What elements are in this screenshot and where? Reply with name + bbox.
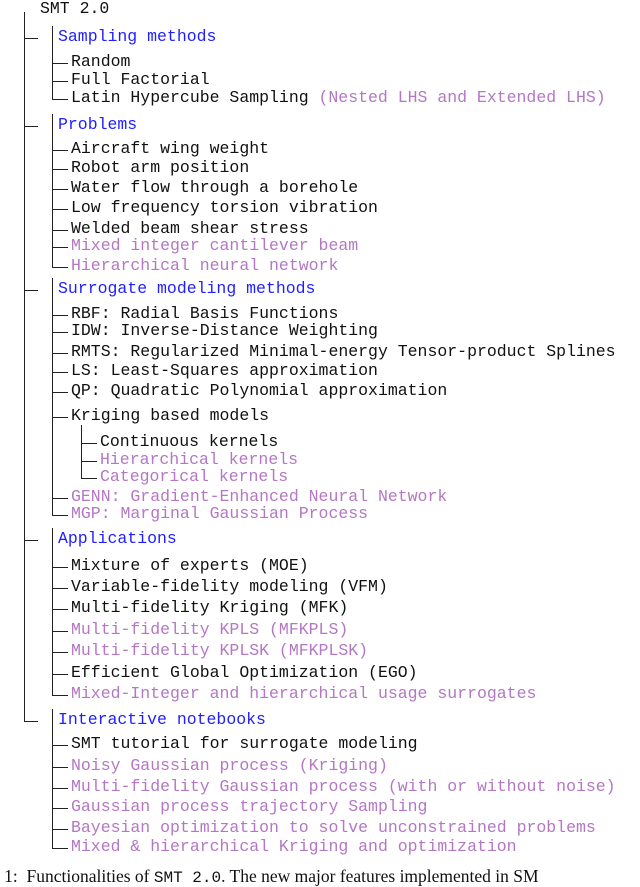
section-heading: Applications <box>58 529 177 548</box>
tree-connector <box>52 169 68 171</box>
tree-connector <box>52 848 68 850</box>
tree-connector <box>81 461 97 463</box>
feature-item: Full Factorial <box>71 70 210 89</box>
feature-item: Mixed integer cantilever beam <box>71 236 359 255</box>
section-heading: Surrogate modeling methods <box>58 279 316 298</box>
feature-item: Noisy Gaussian process (Kriging) <box>71 756 388 775</box>
tree-connector <box>24 290 38 292</box>
tree-connector <box>52 829 68 831</box>
feature-item: Kriging based models <box>71 406 270 425</box>
tree-connector <box>52 652 68 654</box>
tree-connector <box>52 631 68 633</box>
tree-connector <box>52 609 68 611</box>
feature-item: Low frequency torsion vibration <box>71 198 378 217</box>
feature-item: Bayesian optimization to solve unconstra… <box>71 818 596 837</box>
tree-connector <box>52 745 68 747</box>
table-caption: e 1: Functionalities of SMT 2.0. The new… <box>0 866 539 887</box>
feature-item: Multi-fidelity Kriging (MFK) <box>71 598 349 617</box>
tree-connector <box>52 267 68 269</box>
tree-connector <box>52 709 54 848</box>
feature-item: RMTS: Regularized Minimal-energy Tensor-… <box>71 342 616 361</box>
feature-item: Water flow through a borehole <box>71 178 359 197</box>
tree-connector <box>52 332 68 334</box>
tree-connector <box>52 788 68 790</box>
tree-connector <box>52 674 68 676</box>
feature-item: Mixed-Integer and hierarchical usage sur… <box>71 684 537 703</box>
tree-connector <box>24 12 26 721</box>
tree-connector <box>52 498 68 500</box>
tree-connector <box>52 81 68 83</box>
section-heading: Interactive notebooks <box>58 710 266 729</box>
feature-item: Mixture of experts (MOE) <box>71 556 309 575</box>
section-heading: Problems <box>58 115 138 134</box>
feature-item: Random <box>71 52 131 71</box>
tree-connector <box>24 126 38 128</box>
tree-connector <box>81 425 83 478</box>
feature-item: MGP: Marginal Gaussian Process <box>71 504 369 523</box>
tree-connector <box>52 567 68 569</box>
tree-connector <box>52 209 68 211</box>
tree-connector <box>52 247 68 249</box>
tree-connector <box>52 808 68 810</box>
tree-connector <box>52 392 68 394</box>
tree-connector <box>24 38 38 40</box>
sub-feature-item: Continuous kernels <box>100 432 279 451</box>
caption-suffix: . The new major features implemented in … <box>221 866 539 886</box>
tree-connector <box>52 99 68 101</box>
sub-feature-item: Categorical kernels <box>100 467 289 486</box>
tree-connector <box>52 26 54 99</box>
tree-connector <box>52 150 68 152</box>
tree-connector <box>81 443 97 445</box>
feature-note: (Nested LHS and Extended LHS) <box>318 88 606 107</box>
feature-item: Hierarchical neural network <box>71 256 339 275</box>
tree-connector <box>52 528 54 695</box>
tree-connector <box>52 230 68 232</box>
tree-connector <box>52 278 54 515</box>
feature-item: Gaussian process trajectory Sampling <box>71 797 428 816</box>
tree-connector <box>52 353 68 355</box>
tree-connector <box>52 515 68 517</box>
tree-connector <box>52 417 68 419</box>
feature-item: LS: Least-Squares approximation <box>71 361 378 380</box>
feature-item: SMT tutorial for surrogate modeling <box>71 734 418 753</box>
feature-item: Mixed & hierarchical Kriging and optimiz… <box>71 837 517 856</box>
feature-item: Robot arm position <box>71 158 250 177</box>
feature-item: Variable-fidelity modeling (VFM) <box>71 577 388 596</box>
tree-connector <box>52 114 54 267</box>
tree-connector <box>24 721 38 723</box>
tree-connector <box>52 189 68 191</box>
feature-item: IDW: Inverse-Distance Weighting <box>71 321 378 340</box>
tree-connector <box>52 767 68 769</box>
tree-root: SMT 2.0 <box>40 0 110 18</box>
feature-item: Multi-fidelity Gaussian process (with or… <box>71 777 616 796</box>
tree-connector <box>52 372 68 374</box>
section-heading: Sampling methods <box>58 27 217 46</box>
tree-connector <box>52 63 68 65</box>
feature-item: Multi-fidelity KPLSK (MFKPLSK) <box>71 641 369 660</box>
tree-connector <box>81 478 97 480</box>
tree-connector <box>52 588 68 590</box>
feature-item: Latin Hypercube Sampling <box>71 88 309 107</box>
tree-connector <box>52 695 68 697</box>
feature-item: Aircraft wing weight <box>71 139 270 158</box>
tree-connector <box>24 540 38 542</box>
tree-connector <box>52 315 68 317</box>
feature-item: QP: Quadratic Polynomial approximation <box>71 381 448 400</box>
feature-item: Efficient Global Optimization (EGO) <box>71 663 418 682</box>
caption-prefix: e 1: Functionalities of <box>0 866 154 886</box>
caption-name: SMT 2.0 <box>153 869 222 887</box>
feature-item: Multi-fidelity KPLS (MFKPLS) <box>71 620 349 639</box>
